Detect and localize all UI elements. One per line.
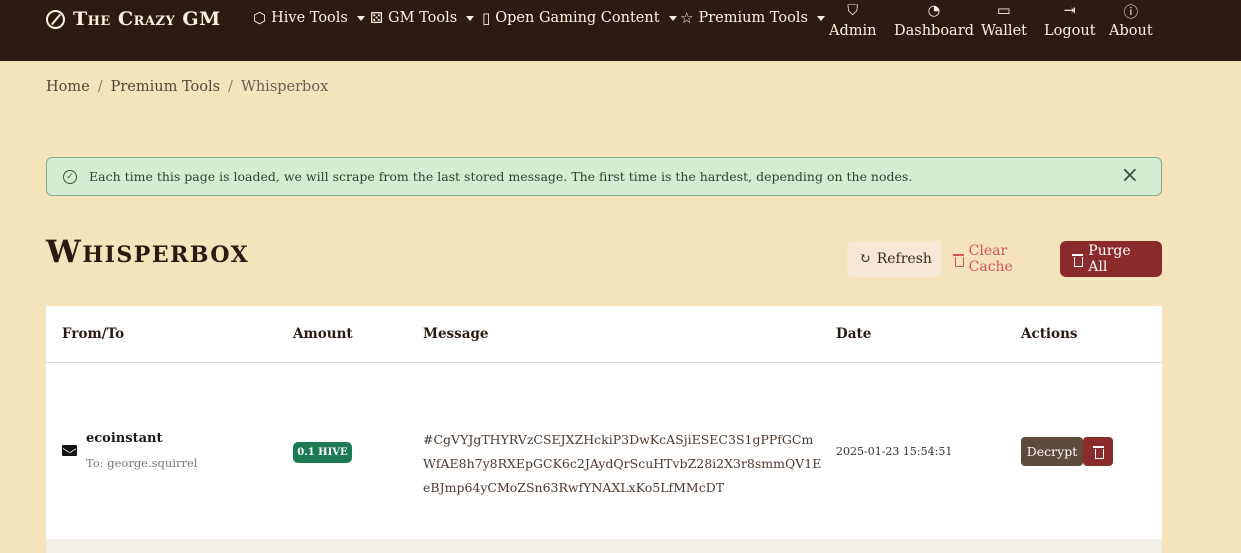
nav-logout-label: Logout — [1044, 23, 1096, 39]
info-alert: ✓ Each time this page is loaded, we will… — [46, 157, 1162, 196]
nav-hive-tools-label: Hive Tools — [271, 10, 348, 26]
breadcrumb-premium-tools[interactable]: Premium Tools — [111, 79, 220, 95]
compass-icon — [46, 9, 65, 29]
nav-about[interactable]: ⓘ About — [1109, 0, 1153, 40]
nav-admin[interactable]: ⛉ Admin — [829, 0, 876, 39]
purge-all-label: Purge All — [1088, 243, 1131, 275]
brand-name: The Crazy GM — [73, 8, 221, 30]
caret-down-icon — [668, 15, 677, 21]
message-date: 2025-01-23 15:54:51 — [836, 445, 953, 458]
header-amount: Amount — [293, 326, 353, 342]
nav-logout[interactable]: ⇥ Logout — [1044, 0, 1096, 39]
refresh-button[interactable]: ↻ Refresh — [847, 241, 941, 277]
trash-icon — [1072, 253, 1084, 267]
nav-admin-label: Admin — [829, 23, 877, 39]
wallet-icon: ▭ — [997, 3, 1011, 19]
header-actions: Actions — [1021, 326, 1078, 342]
from-name: ecoinstant — [86, 431, 163, 446]
breadcrumb-home[interactable]: Home — [46, 79, 90, 95]
page-title: Whisperbox — [46, 234, 250, 270]
alert-message: Each time this page is loaded, we will s… — [89, 169, 913, 184]
header-message: Message — [423, 326, 489, 342]
refresh-icon: ↻ — [859, 251, 871, 267]
purge-all-button[interactable]: Purge All — [1060, 241, 1162, 277]
nav-ogc-label: Open Gaming Content — [495, 10, 660, 26]
to-name: To: george.squirrel — [86, 456, 198, 470]
messages-table: From/To Amount Message Date Actions ecoi… — [46, 306, 1162, 553]
clear-cache-label: Clear Cache — [968, 243, 1013, 275]
envelope-icon — [62, 445, 77, 456]
nav-wallet[interactable]: ▭ Wallet — [981, 0, 1027, 39]
nav-gm-tools[interactable]: ⚄ GM Tools — [370, 8, 475, 27]
logout-icon: ⇥ — [1063, 3, 1076, 19]
check-circle-icon: ✓ — [63, 169, 77, 184]
trash-icon — [1092, 445, 1104, 459]
breadcrumb-separator: / — [97, 79, 103, 95]
header-divider — [46, 362, 1162, 363]
nav-hive-tools[interactable]: ⬡ Hive Tools — [253, 10, 365, 26]
refresh-label: Refresh — [876, 251, 932, 267]
nav-about-label: About — [1109, 23, 1153, 39]
breadcrumb: Home / Premium Tools / Whisperbox — [46, 79, 328, 95]
amount-badge: 0.1 HIVE — [293, 442, 352, 463]
close-icon[interactable]: × — [1121, 165, 1139, 187]
next-row — [46, 539, 1162, 553]
dice-icon: ⚄ — [370, 8, 384, 27]
clear-cache-button[interactable]: Clear Cache — [941, 241, 1057, 277]
caret-down-icon — [466, 15, 475, 21]
delete-button[interactable] — [1083, 437, 1113, 466]
nav-premium-tools-label: Premium Tools — [698, 10, 808, 26]
trash-icon — [953, 253, 964, 267]
nav-dashboard[interactable]: ◔ Dashboard — [894, 0, 974, 39]
nav-gm-tools-label: GM Tools — [388, 10, 458, 26]
encrypted-message: #CgVYJgTHYRVzCSEJXZHckiP3DwKcASjiESEC3S1… — [423, 432, 822, 495]
nav-dashboard-label: Dashboard — [894, 23, 974, 39]
nav-premium-tools[interactable]: ☆ Premium Tools — [680, 10, 825, 26]
star-icon: ☆ — [680, 8, 694, 27]
brand-link[interactable]: The Crazy GM — [46, 8, 221, 30]
info-icon: ⓘ — [1123, 4, 1139, 21]
hexagon-icon: ⬡ — [253, 8, 267, 27]
nav-open-gaming-content[interactable]: ▯ Open Gaming Content — [482, 10, 677, 26]
breadcrumb-current: Whisperbox — [240, 79, 329, 95]
header-from-to: From/To — [62, 326, 125, 342]
nav-wallet-label: Wallet — [981, 23, 1027, 39]
caret-down-icon — [356, 15, 365, 21]
breadcrumb-separator: / — [228, 79, 233, 95]
decrypt-button[interactable]: Decrypt — [1021, 437, 1083, 466]
journal-icon: ▯ — [482, 8, 491, 27]
shield-icon: ⛉ — [847, 3, 859, 19]
speedometer-icon: ◔ — [927, 3, 941, 19]
header-date: Date — [836, 326, 872, 342]
navbar: The Crazy GM ⬡ Hive Tools ⚄ GM Tools ▯ O… — [0, 0, 1241, 61]
caret-down-icon — [816, 15, 825, 21]
